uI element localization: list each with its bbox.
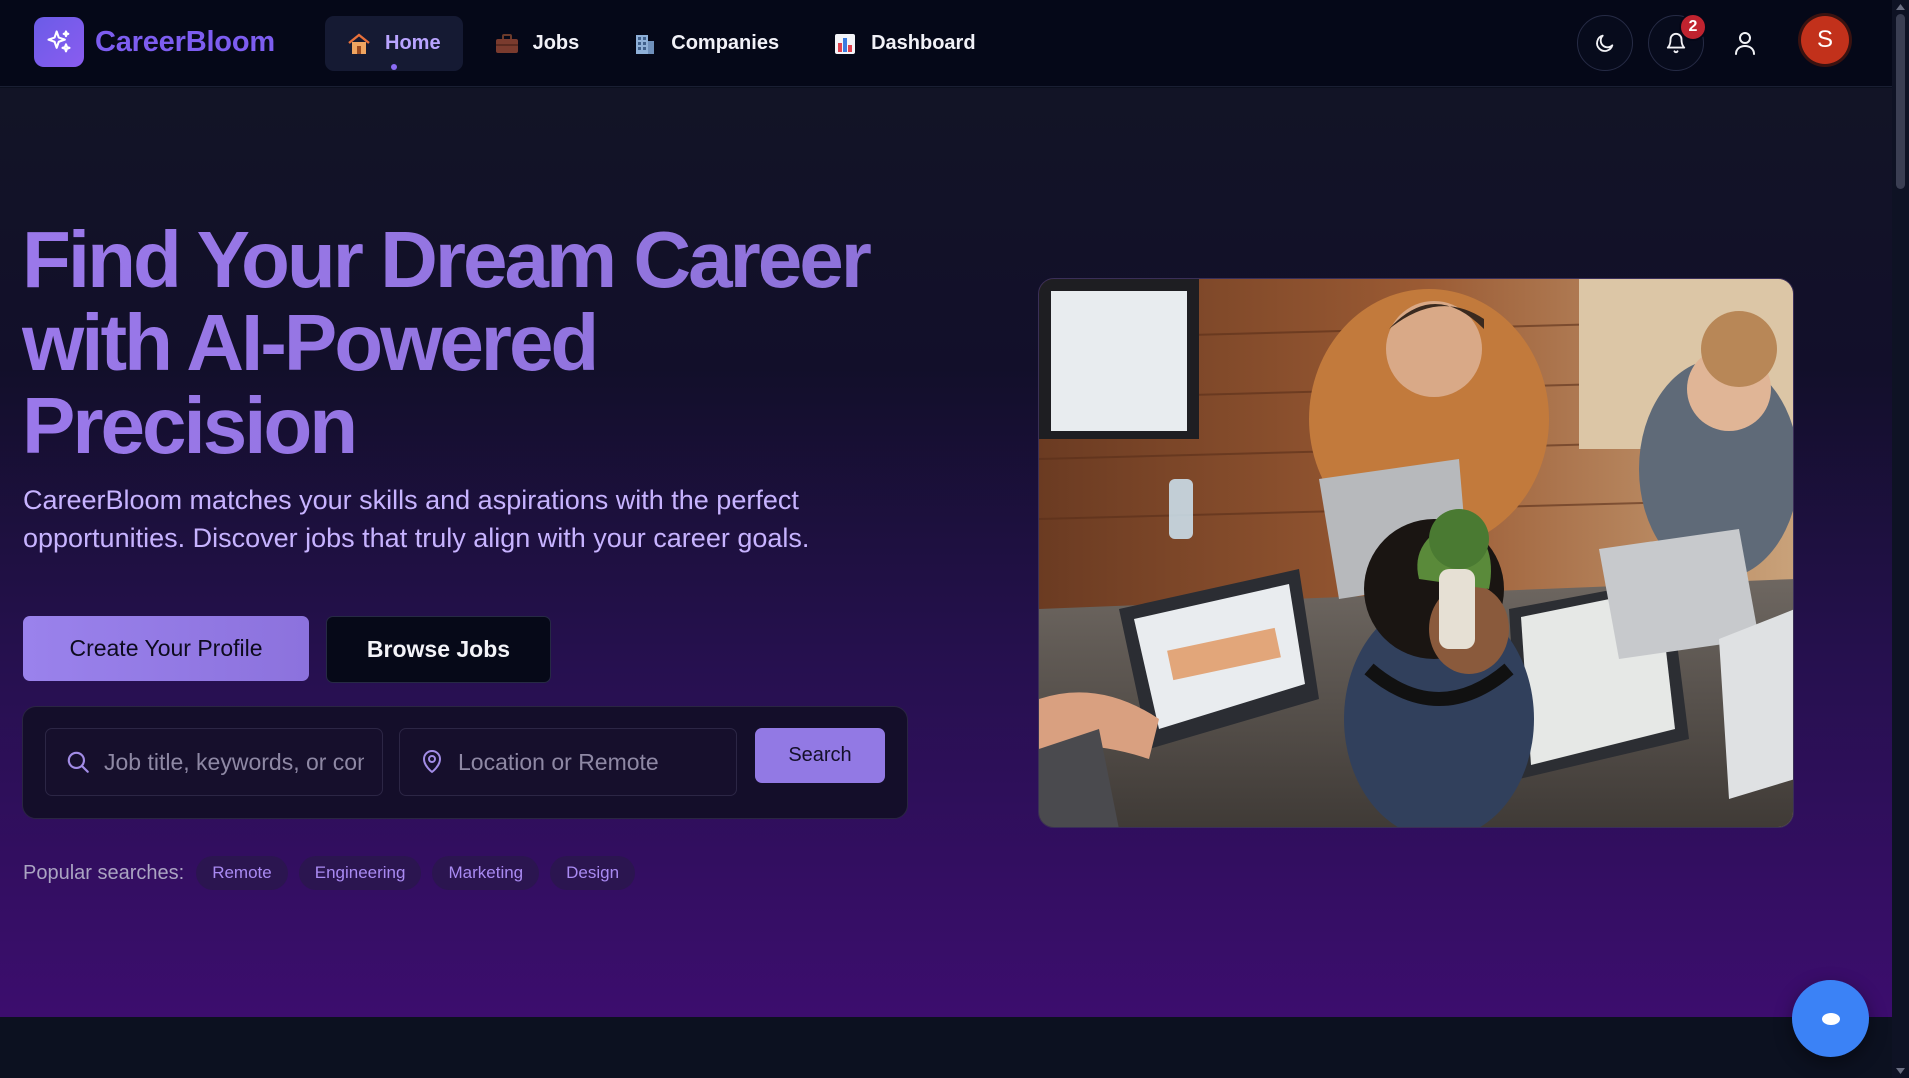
job-search-form: Search [22,706,908,819]
bar-chart-icon [833,33,857,55]
nav-item-dashboard[interactable]: Dashboard [811,16,997,71]
nav-item-label: Dashboard [871,32,976,54]
hero-title: Find Your Dream Career with AI-Powered P… [22,218,922,467]
nav-item-label: Companies [671,32,780,54]
nav-item-companies[interactable]: Companies [611,16,801,71]
notifications-button[interactable]: 2 [1648,13,1707,71]
theme-toggle-button[interactable] [1577,15,1633,71]
browse-jobs-button[interactable]: Browse Jobs [326,616,551,683]
moon-icon [1596,34,1614,52]
page-scrollbar[interactable] [1892,0,1909,1078]
user-icon [1735,32,1755,55]
brand-logo[interactable]: CareerBloom [34,17,275,67]
chat-button[interactable] [1792,980,1869,1057]
popular-tag-engineering[interactable]: Engineering [298,856,422,890]
office-building-icon [633,33,657,55]
hero-subtitle: CareerBloom matches your skills and aspi… [23,485,810,553]
main-nav: Home Jobs Companies Dashboard [325,16,1008,71]
map-pin-icon [418,749,446,775]
sparkle-icon [34,17,84,67]
profile-button[interactable] [1727,25,1763,61]
keyword-search-field[interactable] [45,728,383,796]
keyword-search-input[interactable] [104,748,364,776]
popular-searches-label: Popular searches: [23,861,185,884]
house-icon [347,32,371,55]
popular-tag-marketing[interactable]: Marketing [432,856,540,890]
location-search-field[interactable] [399,728,737,796]
nav-item-label: Jobs [532,32,580,54]
scrollbar-thumb[interactable] [1896,14,1905,189]
hero-section: Find Your Dream Career with AI-Powered P… [0,88,1892,1017]
top-navbar: CareerBloom Home Jobs Companies Dashboar… [0,0,1892,87]
popular-tag-design[interactable]: Design [550,856,636,890]
hero-team-photo [1038,278,1794,828]
search-button[interactable]: Search [755,728,885,783]
scroll-up-arrow[interactable] [1892,0,1909,14]
location-search-input[interactable] [458,748,718,776]
brand-name: CareerBloom [95,25,275,58]
create-profile-button[interactable]: Create Your Profile [23,616,309,681]
next-section [0,1017,1892,1078]
nav-item-home[interactable]: Home [325,16,463,71]
briefcase-icon [495,33,519,55]
avatar[interactable]: S [1801,16,1849,64]
popular-tag-remote[interactable]: Remote [196,856,288,890]
search-icon [64,749,92,775]
notification-count-badge: 2 [1679,13,1707,41]
nav-item-label: Home [385,32,441,54]
chat-bubble-icon [1821,1012,1840,1025]
popular-searches: Popular searches: Remote Engineering Mar… [23,856,646,890]
nav-item-jobs[interactable]: Jobs [473,16,602,71]
scroll-down-arrow[interactable] [1892,1064,1909,1078]
